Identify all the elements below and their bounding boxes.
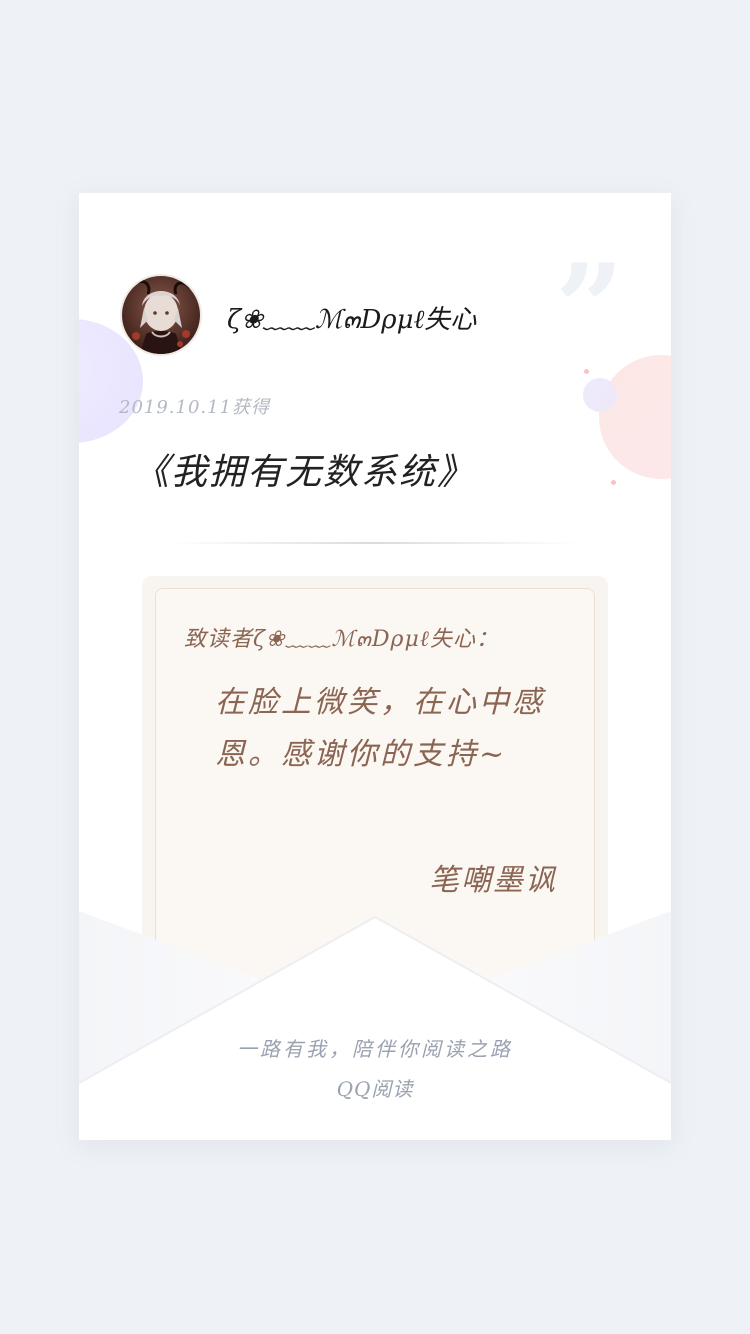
footer-brand: QQ阅读 [336, 1077, 414, 1101]
fan-card: ” ζ❀﹏﹏ℳ๓Dρμℓ失心 2019.10.11获得 《我拥有无数系统》 致读… [79, 193, 671, 1140]
quote-mark-icon: ” [555, 238, 625, 379]
divider [169, 542, 581, 544]
decor-dot [611, 480, 616, 485]
letter-message: 在脸上微笑，在心中感恩。感谢你的支持~ [215, 685, 545, 772]
username: ζ❀﹏﹏ℳ๓Dρμℓ失心 [227, 305, 477, 335]
avatar-image [122, 276, 200, 354]
footer-slogan: 一路有我，陪伴你阅读之路 [237, 1037, 513, 1061]
avatar[interactable] [120, 274, 202, 356]
obtained-date: 2019.10.11获得 [119, 397, 271, 418]
decor-circle-small [583, 378, 617, 412]
book-title[interactable]: 《我拥有无数系统》 [133, 443, 475, 495]
envelope-flap [79, 911, 671, 1140]
letter-greeting: 致读者ζ❀﹏﹏ℳ๓Dρμℓ失心： [184, 627, 499, 652]
